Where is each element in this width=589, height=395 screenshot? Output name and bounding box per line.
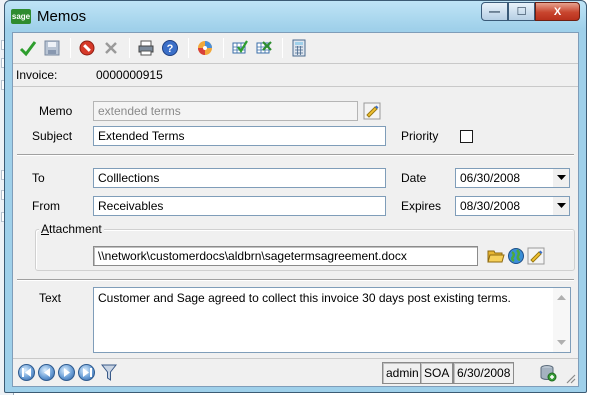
grid-cross-icon: [256, 41, 272, 54]
date-dropdown-button[interactable]: [552, 169, 569, 187]
date-picker[interactable]: 06/30/2008: [455, 168, 570, 188]
clear-button[interactable]: [100, 37, 122, 59]
expires-picker[interactable]: 08/30/2008: [455, 196, 570, 216]
minimize-button[interactable]: —: [481, 2, 508, 21]
sage-logo: sage: [11, 9, 31, 24]
filter-button[interactable]: [99, 363, 119, 383]
to-field[interactable]: Colllections: [93, 168, 386, 188]
color-wheel-icon: [198, 41, 212, 55]
open-folder-icon: [487, 250, 505, 263]
status-bar: admin SOA 6/30/2008: [13, 358, 578, 386]
delete-icon: [79, 40, 95, 56]
pencil-lookup-icon: [527, 247, 545, 265]
attachment-label-rest: ttachment: [49, 222, 102, 236]
save-icon: [44, 40, 60, 56]
status-date: 6/30/2008: [453, 362, 515, 384]
memos-window: sage Memos — ☐ X ? Invoice: 0000000915 M…: [4, 0, 587, 393]
status-company: SOA: [420, 362, 454, 384]
calculator-button[interactable]: [288, 37, 310, 59]
help-icon: ?: [162, 40, 178, 56]
priority-label: Priority: [401, 129, 439, 143]
accept-icon: [19, 41, 37, 57]
to-label: To: [32, 171, 45, 185]
save-button[interactable]: [41, 37, 63, 59]
attachment-path-field[interactable]: \\network\customerdocs\aldbrn\sagetermsa…: [93, 246, 478, 266]
maximize-button[interactable]: ☐: [508, 2, 535, 21]
print-icon: [138, 40, 154, 56]
color-wheel-button[interactable]: [194, 37, 216, 59]
database-icon: [540, 365, 557, 382]
text-label: Text: [39, 291, 62, 305]
resize-grip-icon[interactable]: [564, 372, 576, 384]
grid-check-icon: [232, 40, 248, 54]
toolbar: ?: [13, 33, 578, 63]
attachment-edit-button[interactable]: [526, 246, 546, 266]
next-record-icon: [63, 368, 70, 377]
chevron-down-icon: [556, 203, 566, 208]
toolbar-separator: [129, 38, 130, 58]
title-bar[interactable]: sage Memos — ☐ X: [5, 1, 586, 32]
print-button[interactable]: [135, 37, 157, 59]
invoice-row: Invoice: 0000000915: [13, 63, 578, 87]
clear-icon: [105, 42, 117, 54]
close-button[interactable]: X: [535, 2, 580, 21]
form-separator: [17, 279, 574, 281]
globe-icon: [508, 248, 524, 264]
first-record-icon: [21, 368, 31, 377]
caption-buttons: — ☐ X: [481, 2, 580, 21]
delete-button[interactable]: [76, 37, 98, 59]
last-record-button[interactable]: [78, 364, 95, 381]
attachment-label-accesskey: A: [41, 222, 50, 236]
next-record-button[interactable]: [58, 364, 75, 381]
from-field[interactable]: Receivables: [93, 196, 386, 216]
memo-text-area[interactable]: Customer and Sage agreed to collect this…: [93, 287, 571, 353]
toolbar-separator: [188, 38, 189, 58]
database-button[interactable]: [538, 363, 558, 383]
expires-label: Expires: [401, 199, 442, 213]
svg-text:?: ?: [167, 43, 174, 55]
pencil-lookup-icon: [363, 102, 381, 120]
status-user: admin: [382, 362, 423, 384]
invoice-label: Invoice:: [16, 68, 58, 82]
toolbar-separator: [282, 38, 283, 58]
last-record-icon: [82, 368, 92, 377]
invoice-number: 0000000915: [96, 68, 163, 82]
memo-field: extended terms: [93, 101, 358, 121]
grid-check-button[interactable]: [229, 37, 251, 59]
accept-button[interactable]: [17, 37, 39, 59]
expires-dropdown-button[interactable]: [552, 197, 569, 215]
date-label: Date: [401, 171, 427, 185]
form-separator: [17, 154, 574, 156]
chevron-down-icon: [556, 175, 566, 180]
subject-label: Subject: [32, 129, 73, 143]
first-record-button[interactable]: [18, 364, 35, 381]
filter-icon: [101, 364, 117, 381]
grid-cross-button[interactable]: [253, 37, 275, 59]
window-title: Memos: [37, 8, 87, 25]
previous-record-icon: [43, 368, 50, 377]
help-button[interactable]: ?: [159, 37, 181, 59]
scroll-down-icon[interactable]: [557, 340, 566, 346]
open-web-button[interactable]: [506, 246, 526, 266]
memo-lookup-button[interactable]: [362, 101, 382, 121]
memo-text-value: Customer and Sage agreed to collect this…: [98, 291, 511, 305]
browse-folder-button[interactable]: [486, 246, 506, 266]
toolbar-separator: [223, 38, 224, 58]
from-label: From: [32, 199, 60, 213]
memo-label: Memo: [39, 104, 73, 118]
subject-field[interactable]: Extended Terms: [93, 126, 386, 146]
previous-record-button[interactable]: [38, 364, 55, 381]
scroll-up-icon[interactable]: [557, 294, 566, 300]
calculator-icon: [292, 39, 306, 57]
priority-checkbox[interactable]: [460, 130, 473, 143]
memo-form: ? Invoice: 0000000915 Memo extended term…: [12, 32, 579, 387]
date-value: 06/30/2008: [460, 171, 521, 185]
text-scrollbar[interactable]: [553, 288, 570, 352]
toolbar-separator: [70, 38, 71, 58]
attachment-label: Attachment: [39, 222, 104, 236]
expires-value: 08/30/2008: [460, 199, 521, 213]
